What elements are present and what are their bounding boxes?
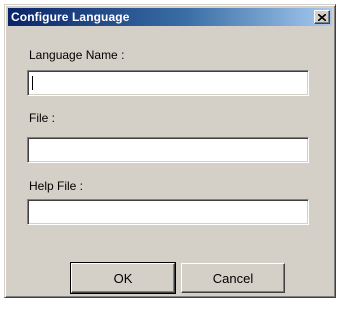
- file-label: File :: [29, 111, 56, 125]
- close-icon: [318, 13, 326, 21]
- ok-button[interactable]: OK: [70, 262, 176, 294]
- language-name-input[interactable]: [27, 70, 309, 96]
- window-title: Configure Language: [11, 10, 130, 24]
- text-caret: [32, 76, 33, 90]
- cancel-button[interactable]: Cancel: [181, 263, 285, 293]
- configure-language-dialog: Configure Language Language Name : File …: [4, 4, 336, 298]
- help-file-input[interactable]: [27, 199, 309, 225]
- close-button[interactable]: [314, 10, 330, 24]
- file-input[interactable]: [27, 137, 309, 163]
- help-file-label: Help File :: [29, 179, 84, 193]
- language-name-label: Language Name :: [29, 48, 125, 62]
- title-bar[interactable]: Configure Language: [8, 8, 332, 26]
